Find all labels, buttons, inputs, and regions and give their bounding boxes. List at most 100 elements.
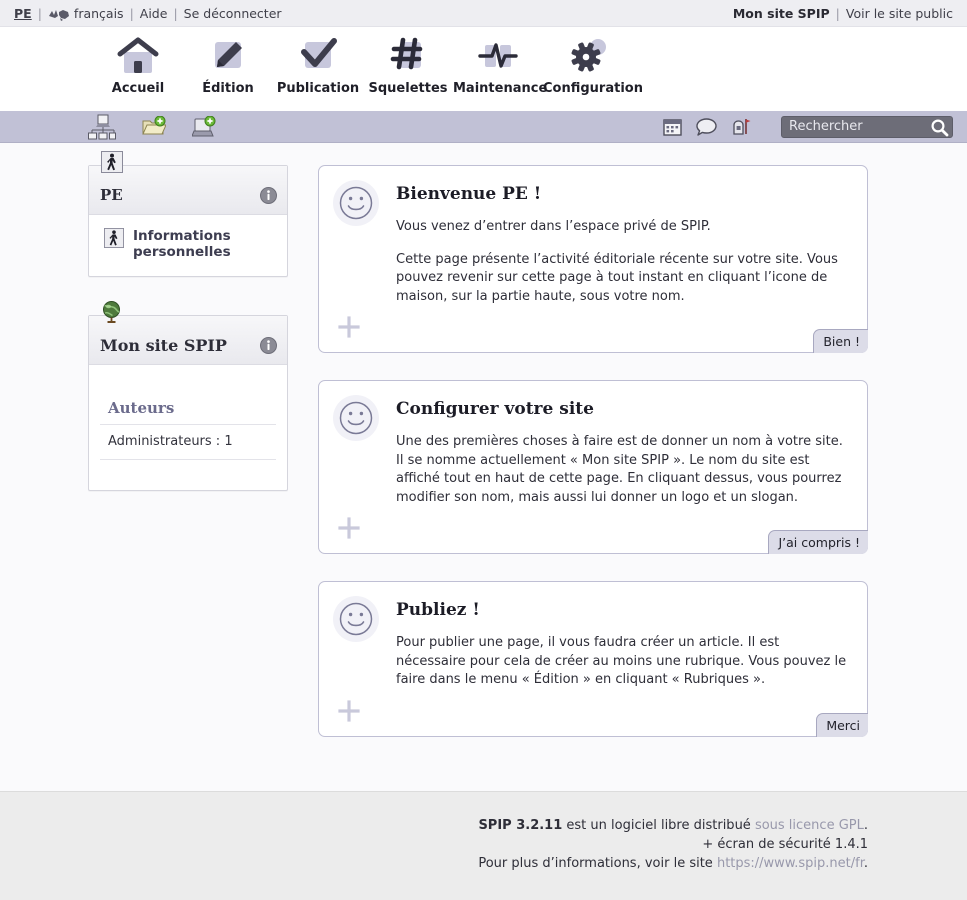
- sidebar: PE Informations personnelles Mon site SP…: [88, 151, 288, 791]
- dismiss-button[interactable]: J’ai compris !: [768, 530, 868, 554]
- home-icon: [93, 33, 183, 79]
- footer-line-security: + écran de sécurité 1.4.1: [702, 837, 868, 852]
- plus-icon[interactable]: [338, 517, 360, 543]
- message-title: Configurer votre site: [396, 399, 594, 419]
- sub-toolbar: [0, 111, 967, 143]
- new-article-icon[interactable]: [192, 115, 216, 138]
- message-footer: [335, 698, 851, 728]
- site-tree-icon[interactable]: [88, 114, 116, 140]
- footer-text-end: .: [863, 818, 868, 833]
- message-box-publiez: Publiez ! Pour publier une page, il vous…: [318, 581, 868, 737]
- logout-link[interactable]: Se déconnecter: [184, 6, 282, 21]
- site-box-title: Mon site SPIP: [100, 335, 227, 355]
- search-input[interactable]: [781, 115, 953, 138]
- message-paragraph: Cette page présente l’activité éditorial…: [396, 251, 838, 304]
- smiley-icon: [332, 179, 380, 227]
- plus-icon[interactable]: [338, 699, 360, 726]
- message-paragraph: Pour publier une page, il vous faudra cr…: [396, 635, 847, 687]
- message-title: Bienvenue PE !: [396, 184, 542, 204]
- top-bar: PE | français | Aide | Se déconnecter Mo…: [0, 0, 967, 27]
- menu-item-label: Informations personnelles: [133, 228, 231, 260]
- footer-text-period: .: [863, 856, 868, 871]
- site-name-link[interactable]: Mon site SPIP: [733, 6, 830, 21]
- nav-item-edition[interactable]: Édition: [183, 27, 273, 96]
- plus-icon[interactable]: [338, 316, 360, 342]
- current-user-link[interactable]: PE: [14, 6, 32, 21]
- dismiss-button[interactable]: Bien !: [813, 329, 868, 353]
- gear-icon: [543, 33, 633, 79]
- nav-item-publication[interactable]: Publication: [273, 27, 363, 96]
- top-bar-right: Mon site SPIP | Voir le site public: [733, 6, 953, 21]
- main-content: Bienvenue PE ! Vous venez d’entrer dans …: [318, 165, 868, 791]
- nav-label-accueil: Accueil: [111, 81, 165, 96]
- nav-item-accueil[interactable]: Accueil: [93, 27, 183, 96]
- footer-text-start: Pour plus d’informations, voir le site: [478, 856, 717, 871]
- spip-version: SPIP 3.2.11: [478, 818, 563, 833]
- message-body: Bienvenue PE ! Vous venez d’entrer dans …: [396, 180, 851, 312]
- nav-item-squelettes[interactable]: Squelettes: [363, 27, 453, 96]
- gpl-license-link[interactable]: sous licence GPL: [755, 818, 864, 833]
- user-box: PE Informations personnelles: [88, 151, 288, 277]
- pedestrian-icon: [104, 228, 124, 252]
- nav-label-publication: Publication: [276, 81, 360, 96]
- pencil-icon: [183, 33, 273, 79]
- sub-toolbar-right: [663, 115, 953, 138]
- forum-icon[interactable]: [696, 117, 717, 136]
- message-paragraph: Vous venez d’entrer dans l’espace privé …: [396, 219, 711, 234]
- info-icon[interactable]: [260, 336, 277, 354]
- message-head: Publiez ! Pour publier une page, il vous…: [332, 595, 851, 696]
- search-container: [781, 115, 953, 138]
- globe-icon: [100, 300, 124, 324]
- separator-4: |: [835, 5, 840, 21]
- sub-toolbar-left: [88, 114, 216, 140]
- hash-icon: [363, 33, 453, 79]
- stat-row-administrateurs: Administrateurs : 1: [100, 425, 276, 460]
- message-title: Publiez !: [396, 600, 480, 620]
- smiley-icon: [332, 595, 380, 643]
- pulse-icon: [453, 33, 543, 79]
- separator-1: |: [37, 5, 42, 21]
- message-paragraph: Une des premières choses à faire est de …: [396, 434, 843, 505]
- user-box-title: PE: [100, 186, 123, 204]
- checkmark-icon: [273, 33, 363, 79]
- footer: SPIP 3.2.11 est un logiciel libre distri…: [0, 791, 967, 900]
- nav-label-squelettes: Squelettes: [368, 81, 448, 96]
- new-rubrique-icon[interactable]: [142, 116, 166, 137]
- info-icon[interactable]: [260, 186, 277, 204]
- spacer-bottom: [100, 460, 276, 478]
- nav-label-edition: Édition: [202, 81, 254, 96]
- smiley-icon: [332, 394, 380, 442]
- dismiss-button[interactable]: Merci: [816, 712, 868, 737]
- spip-site-link[interactable]: https://www.spip.net/fr: [717, 856, 864, 871]
- footer-line-version: SPIP 3.2.11 est un logiciel libre distri…: [0, 816, 868, 835]
- calendar-icon[interactable]: [663, 118, 682, 136]
- section-title-auteurs: Auteurs: [100, 393, 276, 425]
- site-box-body: Auteurs Administrateurs : 1: [89, 365, 287, 490]
- nav-item-maintenance[interactable]: Maintenance: [453, 27, 548, 96]
- page-body: PE Informations personnelles Mon site SP…: [0, 143, 967, 791]
- help-link[interactable]: Aide: [140, 6, 168, 21]
- nav-item-configuration[interactable]: Configuration: [543, 27, 643, 96]
- message-box-configurer: Configurer votre site Une des premières …: [318, 380, 868, 554]
- user-box-body: Informations personnelles: [89, 215, 287, 276]
- message-footer: [335, 314, 851, 344]
- footer-text-mid: est un logiciel libre distribué: [562, 818, 755, 833]
- menu-item-informations-personnelles[interactable]: Informations personnelles: [100, 225, 276, 264]
- public-site-link[interactable]: Voir le site public: [846, 6, 953, 21]
- pedestrian-icon: [100, 150, 124, 174]
- message-box-bienvenue: Bienvenue PE ! Vous venez d’entrer dans …: [318, 165, 868, 353]
- messagerie-icon[interactable]: [731, 117, 751, 137]
- message-head: Bienvenue PE ! Vous venez d’entrer dans …: [332, 179, 851, 312]
- language-link[interactable]: français: [74, 6, 124, 21]
- language-globe-icon: [48, 9, 70, 22]
- site-box: Mon site SPIP Auteurs Administrateurs : …: [88, 301, 288, 491]
- nav-label-configuration: Configuration: [543, 81, 643, 96]
- message-head: Configurer votre site Une des premières …: [332, 394, 851, 513]
- message-body: Publiez ! Pour publier une page, il vous…: [396, 596, 851, 696]
- nav-label-maintenance: Maintenance: [453, 81, 548, 96]
- separator-2: |: [129, 5, 134, 21]
- message-body: Configurer votre site Une des premières …: [396, 395, 851, 513]
- top-bar-left: PE | français | Aide | Se déconnecter: [14, 6, 282, 21]
- main-navigation: Accueil Édition Publication Squelettes M…: [0, 27, 967, 111]
